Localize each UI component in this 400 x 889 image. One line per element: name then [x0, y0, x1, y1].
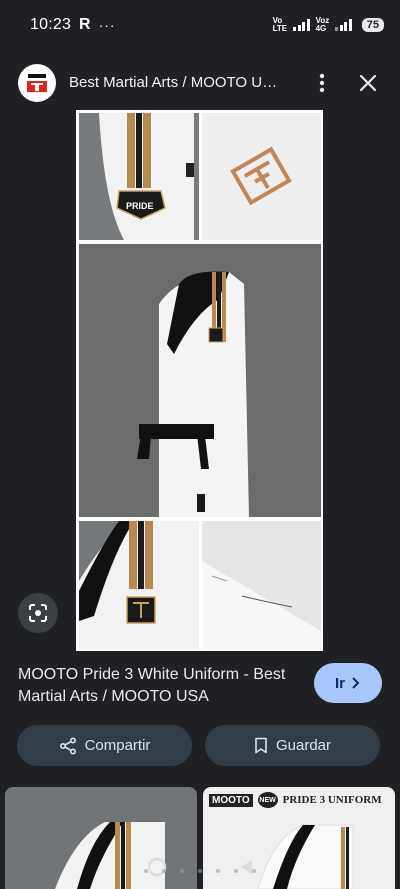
- signature-photo: [202, 521, 321, 649]
- save-button[interactable]: Guardar: [205, 725, 380, 766]
- page-header: Best Martial Arts / MOOTO USA: [0, 55, 400, 110]
- close-icon: [359, 74, 377, 91]
- go-button-label: Ir: [334, 674, 345, 692]
- share-label: Compartir: [84, 737, 151, 754]
- chevron-right-icon: [352, 677, 360, 689]
- status-bar: 10:23 R ··· Vo LTE Voz 4G 75: [0, 0, 400, 50]
- app-notification-icon: R: [79, 16, 91, 33]
- volte-indicator: Vo LTE: [273, 17, 288, 33]
- product-image[interactable]: PRIDE: [76, 110, 323, 651]
- sleeve-photo: PRIDE: [79, 113, 199, 240]
- battery-indicator: 75: [361, 18, 384, 32]
- go-button[interactable]: Ir: [314, 663, 382, 703]
- status-icons: Vo LTE Voz 4G 75: [273, 17, 384, 33]
- lens-icon: [29, 604, 47, 622]
- back-nav-icon[interactable]: [238, 858, 254, 876]
- home-nav-icon[interactable]: [146, 856, 168, 878]
- status-time: 10:23: [30, 16, 72, 33]
- lens-search-button[interactable]: [18, 593, 58, 633]
- more-options-button[interactable]: [308, 65, 336, 101]
- page-indicator-dots: [0, 869, 400, 873]
- more-notifications-icon: ···: [98, 17, 116, 33]
- net2-bottom: 4G: [315, 24, 327, 33]
- site-title[interactable]: Best Martial Arts / MOOTO USA: [69, 74, 279, 91]
- signal-2-icon: [335, 19, 352, 31]
- net1-bottom: LTE: [272, 24, 288, 33]
- system-nav-bar: [0, 845, 400, 889]
- more-vert-icon: [319, 73, 325, 92]
- site-logo[interactable]: [18, 63, 56, 102]
- mooto-logo-icon: [27, 73, 47, 92]
- result-title[interactable]: MOOTO Pride 3 White Uniform - Best Marti…: [18, 664, 298, 708]
- uniform-photo: [79, 244, 321, 517]
- share-icon: [59, 736, 76, 755]
- collar-photo: [79, 521, 199, 649]
- volte-4g-indicator: Voz 4G: [316, 17, 330, 33]
- close-button[interactable]: [354, 65, 382, 101]
- bookmark-icon: [255, 737, 267, 754]
- save-label: Guardar: [275, 737, 332, 754]
- embroidery-photo: [202, 113, 321, 240]
- signal-1-icon: [293, 19, 310, 31]
- share-button[interactable]: Compartir: [17, 725, 192, 766]
- pride-badge-text: PRIDE: [126, 201, 154, 211]
